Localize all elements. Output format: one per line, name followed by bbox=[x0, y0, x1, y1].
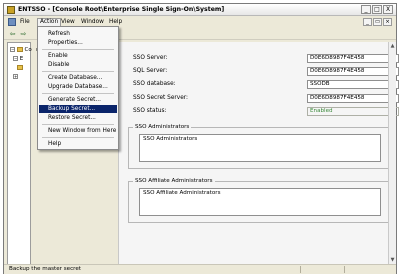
sso-status-label: SSO status: bbox=[133, 108, 167, 114]
menu-item-backup-secret[interactable]: Backup Secret... bbox=[39, 105, 117, 113]
sso-secret-server-label: SSO Secret Server: bbox=[133, 95, 188, 101]
sso-administrators-box[interactable]: SSO Administrators bbox=[139, 134, 381, 162]
menu-item-create-database[interactable]: Create Database... bbox=[39, 74, 117, 82]
menu-help[interactable]: Help bbox=[107, 18, 124, 26]
vertical-scrollbar[interactable]: ▲ ▼ bbox=[388, 42, 396, 265]
sso-status-value: Enabled bbox=[307, 107, 399, 116]
console-tree: − Conso − E + bbox=[7, 42, 41, 265]
title-bar[interactable]: ENTSSO - [Console Root\Enterprise Single… bbox=[4, 4, 396, 16]
details-pane: SSO Server: D0E6D8987F4E458 SQL Server: … bbox=[118, 42, 399, 265]
sso-database-label: SSO database: bbox=[133, 81, 176, 87]
forward-arrow-icon[interactable]: ⇨ bbox=[19, 30, 28, 38]
menu-action[interactable]: Action bbox=[37, 18, 62, 26]
child-close-button[interactable]: × bbox=[383, 18, 392, 26]
pane-splitter[interactable] bbox=[32, 42, 36, 265]
child-restore-button[interactable]: ▭ bbox=[373, 18, 382, 26]
back-arrow-icon[interactable]: ⇦ bbox=[8, 30, 17, 38]
console-icon[interactable] bbox=[8, 18, 16, 26]
menu-view[interactable]: View bbox=[59, 18, 77, 26]
app-icon bbox=[7, 6, 15, 14]
action-menu-dropdown: Refresh Properties... Enable Disable Cre… bbox=[37, 26, 119, 150]
scroll-up-icon[interactable]: ▲ bbox=[389, 42, 396, 50]
menu-item-restore-secret[interactable]: Restore Secret... bbox=[39, 114, 117, 122]
sso-database-value: SSODB bbox=[307, 80, 399, 89]
sso-server-value: D0E6D8987F4E458 bbox=[307, 54, 399, 63]
group-title: SSO Administrators bbox=[133, 124, 192, 131]
expand-icon[interactable]: + bbox=[13, 74, 18, 79]
sso-server-label: SSO Server: bbox=[133, 55, 168, 61]
menu-item-generate-secret[interactable]: Generate Secret... bbox=[39, 96, 117, 104]
scroll-down-icon[interactable]: ▼ bbox=[389, 256, 396, 264]
collapse-icon[interactable]: − bbox=[10, 47, 15, 52]
minimize-button[interactable]: _ bbox=[361, 5, 371, 14]
tree-item-enterprise-sso[interactable]: − E bbox=[13, 55, 23, 63]
menu-separator bbox=[42, 49, 114, 50]
maximize-button[interactable]: □ bbox=[372, 5, 382, 14]
tree-item-child[interactable] bbox=[17, 64, 23, 72]
sso-affiliate-administrators-box[interactable]: SSO Affiliate Administrators bbox=[139, 188, 381, 216]
menu-item-properties[interactable]: Properties... bbox=[39, 39, 117, 47]
child-minimize-button[interactable]: _ bbox=[363, 18, 372, 26]
menu-separator bbox=[42, 71, 114, 72]
status-bar: Backup the master secret bbox=[4, 264, 396, 274]
status-divider bbox=[300, 266, 301, 273]
sql-server-label: SQL Server: bbox=[133, 68, 168, 74]
menu-window[interactable]: Window bbox=[79, 18, 106, 26]
sso-administrators-group: SSO Administrators SSO Administrators bbox=[128, 124, 390, 169]
sso-secret-server-value: D0E6D8987F4E458 bbox=[307, 94, 399, 103]
menu-separator bbox=[42, 137, 114, 138]
menu-item-refresh[interactable]: Refresh bbox=[39, 30, 117, 38]
sql-server-value: D0E6D8987F4E458 bbox=[307, 67, 399, 76]
menu-item-disable[interactable]: Disable bbox=[39, 61, 117, 69]
mmc-window: ENTSSO - [Console Root\Enterprise Single… bbox=[3, 3, 399, 274]
menu-separator bbox=[42, 93, 114, 94]
menu-separator bbox=[42, 124, 114, 125]
folder-icon bbox=[17, 65, 23, 70]
window-title: ENTSSO - [Console Root\Enterprise Single… bbox=[18, 6, 225, 13]
collapse-icon[interactable]: − bbox=[13, 56, 18, 61]
tree-item-label: E bbox=[19, 56, 24, 62]
tree-item-child[interactable]: + bbox=[13, 73, 18, 81]
status-divider bbox=[344, 266, 345, 273]
menu-item-help[interactable]: Help bbox=[39, 140, 117, 148]
menu-item-new-window[interactable]: New Window from Here bbox=[39, 127, 117, 135]
status-text: Backup the master secret bbox=[9, 266, 81, 272]
sso-affiliate-administrators-group: SSO Affiliate Administrators SSO Affilia… bbox=[128, 178, 390, 223]
folder-icon bbox=[16, 47, 23, 52]
menu-item-upgrade-database[interactable]: Upgrade Database... bbox=[39, 83, 117, 91]
menu-item-enable[interactable]: Enable bbox=[39, 52, 117, 60]
close-button[interactable]: X bbox=[383, 5, 393, 14]
menu-file[interactable]: File bbox=[18, 18, 32, 26]
group-title: SSO Affiliate Administrators bbox=[133, 178, 215, 185]
